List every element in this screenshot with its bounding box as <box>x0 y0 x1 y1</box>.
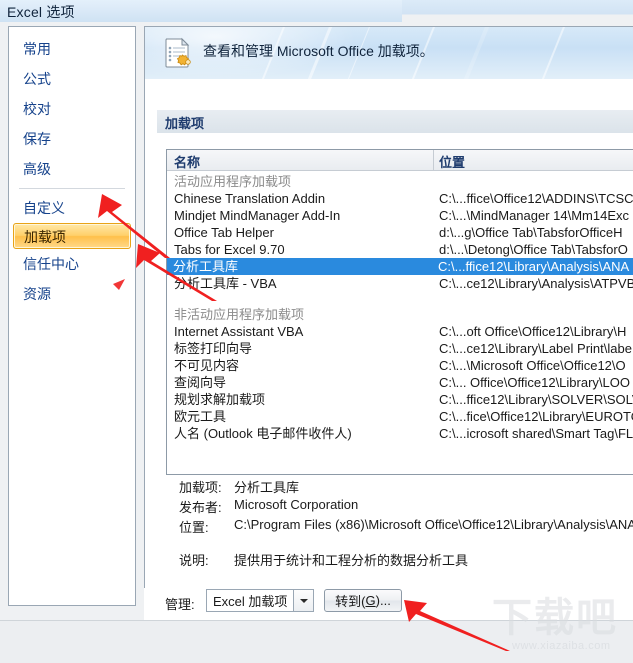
addins-list[interactable]: 名称 位置 活动应用程序加载项 Chinese Translation Addin… <box>166 149 633 475</box>
pane-banner: 查看和管理 Microsoft Office 加载项。 <box>145 27 633 79</box>
addin-location: C:\...icrosoft shared\Smart Tag\FL <box>439 426 633 441</box>
detail-label-publisher: 发布者: <box>179 500 222 515</box>
detail-row-publisher: 发布者: Microsoft Corporation <box>166 497 633 517</box>
manage-dropdown-value: Excel 加载项 <box>213 594 288 609</box>
addins-list-rows: 活动应用程序加载项 Chinese Translation Addin C:\...… <box>167 171 633 442</box>
dialog-footer-strip <box>0 620 633 663</box>
addin-name: 分析工具库 <box>173 259 239 274</box>
addin-detail-block: 加载项: 分析工具库 发布者: Microsoft Corporation 位置… <box>166 477 633 602</box>
addin-name: Tabs for Excel 9.70 <box>174 242 285 257</box>
addins-list-spacer <box>167 292 633 306</box>
section-header-label: 加载项 <box>165 116 205 131</box>
addins-list-row[interactable]: 标签打印向导 C:\...ce12\Library\Label Print\lab… <box>167 340 633 357</box>
addins-list-row[interactable]: 查阅向导 C:\... Office\Office12\Library\LOO <box>167 374 633 391</box>
goto-button-accesskey: G <box>365 593 376 608</box>
sidebar-item-1[interactable]: 公式 <box>9 64 135 94</box>
addins-list-row[interactable]: 欧元工具 C:\...fice\Office12\Library\EUROTO <box>167 408 633 425</box>
addins-list-row[interactable]: 不可见内容 C:\...\Microsoft Office\Office12\O <box>167 357 633 374</box>
sidebar-item-2[interactable]: 校对 <box>9 94 135 124</box>
pane-banner-text: 查看和管理 Microsoft Office 加载项。 <box>203 43 434 59</box>
section-header-addins: 加载项 <box>157 110 633 133</box>
document-with-gear-icon <box>161 36 195 70</box>
goto-button-label-post: )... <box>375 593 391 608</box>
column-header-name[interactable]: 名称 <box>174 152 200 171</box>
addins-list-row[interactable]: Internet Assistant VBA C:\...oft Office\O… <box>167 323 633 340</box>
options-category-list[interactable]: 常用 公式 校对 保存 高级自定义 加载项 信任中心 资源 <box>8 26 136 606</box>
addin-location: C:\...fice\Office12\Library\EUROTO <box>439 409 633 424</box>
addins-group-header[interactable]: 活动应用程序加载项 <box>167 173 633 190</box>
detail-label-addin: 加载项: <box>179 480 222 495</box>
addin-location: d:\...g\Office Tab\TabsforOfficeH <box>439 225 623 240</box>
detail-row-location: 位置: C:\Program Files (x86)\Microsoft Off… <box>166 517 633 537</box>
sidebar-item-6[interactable]: 加载项 <box>13 223 131 249</box>
sidebar-item-8[interactable]: 资源 <box>9 279 135 309</box>
addin-name: Office Tab Helper <box>174 225 274 240</box>
addin-location: C:\... Office\Office12\Library\LOO <box>439 375 630 390</box>
addins-list-row[interactable]: 分析工具库 C:\...ffice12\Library\Analysis\ANA <box>167 258 633 275</box>
manage-dropdown[interactable]: Excel 加载项 <box>206 589 314 612</box>
addin-location: C:\...ffice12\Library\Analysis\ANA <box>438 259 630 274</box>
addins-group-header[interactable]: 非活动应用程序加载项 <box>167 306 633 323</box>
chevron-down-icon[interactable] <box>293 590 313 611</box>
dialog-title: Excel 选项 <box>7 4 75 20</box>
addins-list-row[interactable]: Office Tab Helper d:\...g\Office Tab\Tabs… <box>167 224 633 241</box>
addin-location: C:\...ffice\Office12\ADDINS\TCSCC <box>439 191 633 206</box>
detail-label-description: 说明: <box>179 553 209 568</box>
sidebar-divider <box>19 188 125 189</box>
sidebar-item-3[interactable]: 保存 <box>9 124 135 154</box>
addin-name: Internet Assistant VBA <box>174 324 304 339</box>
detail-value-publisher: Microsoft Corporation <box>234 497 359 512</box>
goto-button[interactable]: 转到(G)... <box>324 589 402 612</box>
detail-value-location: C:\Program Files (x86)\Microsoft Office\… <box>234 517 633 532</box>
addin-location: C:\...\Microsoft Office\Office12\O <box>439 358 626 373</box>
addins-list-row[interactable]: 分析工具库 - VBA C:\...ce12\Library\Analysis\A… <box>167 275 633 292</box>
sidebar-item-7[interactable]: 信任中心 <box>9 249 135 279</box>
addins-list-row[interactable]: Chinese Translation Addin C:\...ffice\Off… <box>167 190 633 207</box>
detail-row-addin: 加载项: 分析工具库 <box>166 477 633 497</box>
detail-row-description: 说明: 提供用于统计和工程分析的数据分析工具 <box>166 550 633 570</box>
addin-name: 人名 (Outlook 电子邮件收件人) <box>174 426 352 441</box>
addins-list-row[interactable]: 规划求解加载项 C:\...ffice12\Library\SOLVER\SOLV <box>167 391 633 408</box>
addin-location: C:\...oft Office\Office12\Library\H <box>439 324 627 339</box>
detail-value-addin: 分析工具库 <box>234 480 300 495</box>
addin-name: 欧元工具 <box>174 409 227 424</box>
addin-name: 不可见内容 <box>174 358 240 373</box>
addin-location: C:\...ffice12\Library\SOLVER\SOLV <box>439 392 633 407</box>
addin-name: Chinese Translation Addin <box>174 191 326 206</box>
addin-location: C:\...ce12\Library\Analysis\ATPVB <box>439 276 633 291</box>
goto-button-label-pre: 转到( <box>335 594 366 609</box>
addin-name: Mindjet MindManager Add-In <box>174 208 341 223</box>
manage-label: 管理: <box>165 597 195 612</box>
detail-label-location: 位置: <box>179 520 209 535</box>
addin-name: 规划求解加载项 <box>174 392 266 407</box>
detail-spacer <box>166 537 633 550</box>
addins-list-row[interactable]: Mindjet MindManager Add-In C:\...\MindMan… <box>167 207 633 224</box>
addins-pane: 查看和管理 Microsoft Office 加载项。 加载项 名称 位置 活动… <box>144 26 633 606</box>
addins-list-header: 名称 位置 <box>167 150 633 171</box>
addin-name: 分析工具库 - VBA <box>174 276 277 291</box>
addin-name: 标签打印向导 <box>174 341 253 356</box>
addin-name: 非活动应用程序加载项 <box>174 307 305 322</box>
addin-location: C:\...ce12\Library\Label Print\labe <box>439 341 632 356</box>
column-header-location[interactable]: 位置 <box>439 152 465 171</box>
manage-bar: 管理: Excel 加载项 转到(G)... <box>144 588 633 620</box>
addin-location: C:\...\MindManager 14\Mm14Exc <box>439 208 630 223</box>
addin-name: 查阅向导 <box>174 375 227 390</box>
addin-location: d:\...\Detong\Office Tab\TabsforO <box>439 242 628 257</box>
sidebar-item-5[interactable]: 自定义 <box>9 193 135 223</box>
sidebar-item-4[interactable]: 高级 <box>9 154 135 184</box>
addin-name: 活动应用程序加载项 <box>174 174 292 189</box>
addins-list-row[interactable]: Tabs for Excel 9.70 d:\...\Detong\Office … <box>167 241 633 258</box>
sidebar-item-0[interactable]: 常用 <box>9 34 135 64</box>
excel-options-dialog: Excel 选项 常用公式校对保存高级自定义加载项信任中心资源 <box>0 0 633 663</box>
detail-value-description: 提供用于统计和工程分析的数据分析工具 <box>234 553 469 568</box>
column-divider <box>433 150 434 171</box>
addins-list-row[interactable]: 人名 (Outlook 电子邮件收件人) C:\...icrosoft share… <box>167 425 633 442</box>
dialog-titlebar: Excel 选项 <box>0 0 402 22</box>
